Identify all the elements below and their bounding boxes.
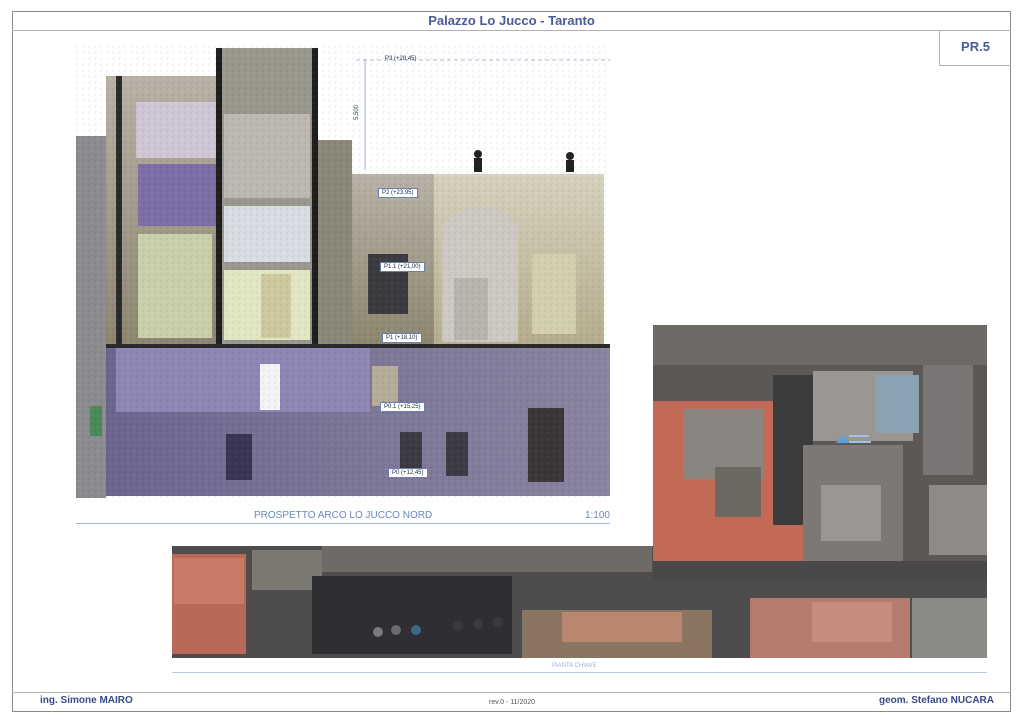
elevation-caption: PROSPETTO ARCO LO JUCCO NORD 1:100 — [76, 510, 610, 524]
footer-author-left: ing. Simone MAIRO — [40, 695, 133, 706]
map-caption: PIANTA CHIAVE — [172, 663, 987, 675]
footer-divider — [12, 692, 1011, 693]
aerial-map-upper — [653, 325, 987, 580]
elevation-pointcloud-image — [76, 46, 610, 502]
level-label-p2: P2 (+23,95) — [378, 188, 418, 198]
sheet-code: PR.5 — [939, 30, 1011, 66]
title-divider — [12, 30, 1011, 31]
elevation-scale: 1:100 — [584, 510, 610, 521]
aerial-photo-upper — [653, 325, 987, 580]
footer-author-right: geom. Stefano NUCARA — [878, 695, 994, 706]
dimension-label: 5,500 — [354, 104, 360, 120]
level-label-p3: P3 (+28,45) — [385, 56, 417, 62]
level-label-p1-1: P1.1 (+21,00) — [380, 262, 425, 272]
caption-underline — [76, 523, 610, 524]
footer-revision: rev.0 - 11/2020 — [489, 699, 536, 706]
level-label-p1: P1 (+18,10) — [382, 333, 422, 343]
sheet-title: Palazzo Lo Jucco - Taranto — [428, 13, 595, 28]
elevation-title: PROSPETTO ARCO LO JUCCO NORD — [254, 510, 433, 521]
elevation-drawing: 5,500 P3 (+28,45) P2 (+23,95) P1.1 (+21,… — [76, 46, 610, 502]
level-label-p0-1: P0.1 (+15,25) — [380, 402, 425, 412]
map-title: PIANTA CHIAVE — [552, 663, 597, 669]
level-label-p0: P0 (+12,45) — [388, 468, 428, 478]
map-caption-underline — [172, 672, 987, 673]
